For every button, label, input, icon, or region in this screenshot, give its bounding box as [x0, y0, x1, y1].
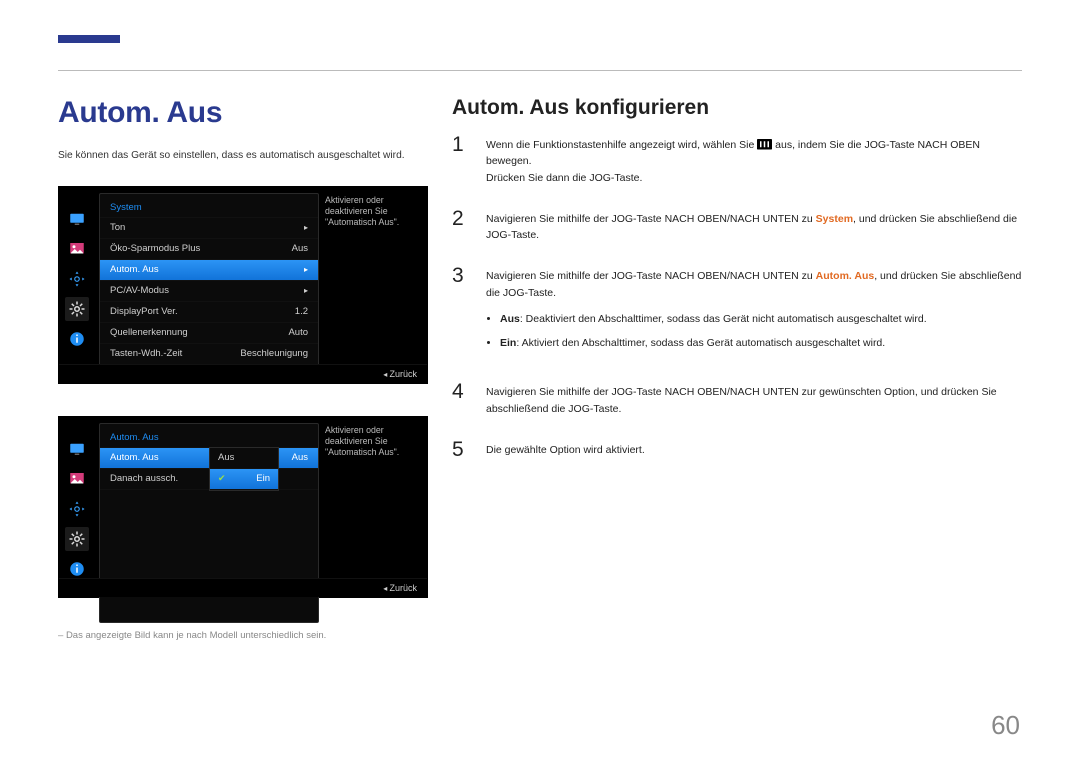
osd-row-value: [300, 285, 308, 296]
osd-row: Tasten-Wdh.-Zeit Beschleunigung: [100, 344, 318, 365]
osd-heading: System: [100, 198, 318, 218]
osd-row: Autom. Aus: [100, 260, 318, 281]
intro-text: Sie können das Gerät so einstellen, dass…: [58, 148, 428, 164]
bullet-text: : Aktiviert den Abschalttimer, sodass da…: [516, 337, 885, 349]
step-5: Die gewählte Option wird aktiviert.: [486, 439, 1022, 460]
osd-row-label: Autom. Aus: [110, 452, 159, 463]
emphasis-system: System: [816, 213, 853, 225]
osd-system-panel: System Ton Öko-Sparmodus Plus Aus Autom. Au…: [99, 193, 319, 379]
text: Navigieren Sie mithilfe der JOG-Taste NA…: [486, 213, 816, 225]
osd-row-label: Autom. Aus: [110, 264, 159, 275]
monitor-icon: [65, 207, 89, 231]
step-number-4: 4: [452, 381, 476, 417]
bullet-ein: Ein: Aktiviert den Abschalttimer, sodass…: [500, 335, 1022, 351]
text: Drücken Sie dann die JOG-Taste.: [486, 172, 642, 184]
osd-rows: Ton Öko-Sparmodus Plus Aus Autom. Aus PC/AV-…: [100, 218, 318, 365]
osd-back: Zurück: [59, 364, 427, 383]
osd-row-value: 1.2: [295, 306, 308, 317]
osd-row-value: Aus: [292, 243, 308, 254]
right-column: Autom. Aus konfigurieren 1 Wenn die Funk…: [452, 96, 1022, 460]
osd-tip: Aktivieren oder deaktivieren Sie "Automa…: [325, 425, 419, 458]
gear-icon: [65, 297, 89, 321]
text: Wenn die Funktionstastenhilfe angezeigt …: [486, 139, 757, 151]
osd-tip: Aktivieren oder deaktivieren Sie "Automa…: [325, 195, 419, 228]
header-bar: [58, 35, 1022, 43]
osd-row-label: DisplayPort Ver.: [110, 306, 178, 317]
left-column: Autom. Aus Sie können das Gerät so einst…: [58, 96, 428, 641]
footnote: Das angezeigte Bild kann je nach Modell …: [58, 630, 428, 641]
picture-icon: [65, 467, 89, 491]
osd-row-value: Beschleunigung: [240, 348, 308, 359]
step-number-5: 5: [452, 439, 476, 460]
bullet-lead: Aus: [500, 313, 520, 325]
bullet-text: : Deaktiviert den Abschalttimer, sodass …: [520, 313, 927, 325]
monitor-icon: [65, 437, 89, 461]
osd-row-value: [300, 222, 308, 233]
osd-tabs: [59, 197, 95, 361]
osd-popup-row: Aus: [210, 448, 278, 469]
osd-tabs: [59, 427, 95, 591]
info-icon: [65, 327, 89, 351]
menu-icon: [757, 139, 772, 150]
step-number-1: 1: [452, 134, 476, 186]
osd-row-label: Ton: [110, 222, 125, 233]
osd-row-value: Auto: [288, 327, 308, 338]
osd-row: DisplayPort Ver. 1.2: [100, 302, 318, 323]
step-4: Navigieren Sie mithilfe der JOG-Taste NA…: [486, 381, 1022, 417]
steps-list: 1 Wenn die Funktionstastenhilfe angezeig…: [452, 134, 1022, 460]
text: Navigieren Sie mithilfe der JOG-Taste NA…: [486, 270, 816, 282]
osd-row-label: PC/AV-Modus: [110, 285, 169, 296]
page: Autom. Aus Sie können das Gerät so einst…: [0, 0, 1080, 763]
header-accent: [58, 35, 120, 43]
emphasis-autom-aus: Autom. Aus: [816, 270, 875, 282]
osd-row-label: Öko-Sparmodus Plus: [110, 243, 200, 254]
step-1: Wenn die Funktionstastenhilfe angezeigt …: [486, 134, 1022, 186]
osd-row-label: Danach aussch.: [110, 473, 178, 484]
page-title: Autom. Aus: [58, 96, 428, 130]
osd-back: Zurück: [59, 578, 427, 597]
step-2: Navigieren Sie mithilfe der JOG-Taste NA…: [486, 208, 1022, 244]
gear-icon: [65, 527, 89, 551]
subtitle: Autom. Aus konfigurieren: [452, 96, 1022, 120]
header-rule: [58, 70, 1022, 71]
osd-popup: AusEin: [209, 447, 279, 491]
page-number: 60: [991, 710, 1020, 741]
osd-row-value: [300, 264, 308, 275]
osd-row-label: Tasten-Wdh.-Zeit: [110, 348, 182, 359]
osd-row: Quellenerkennung Auto: [100, 323, 318, 344]
step-number-2: 2: [452, 208, 476, 244]
osd-system: System Ton Öko-Sparmodus Plus Aus Autom. Au…: [58, 186, 428, 384]
osd-row: PC/AV-Modus: [100, 281, 318, 302]
arrows-icon: [65, 267, 89, 291]
osd-popup-row: Ein: [210, 469, 278, 490]
osd-autom-aus: Autom. Aus Autom. AusAusDanach aussch. A…: [58, 416, 428, 598]
osd-heading: Autom. Aus: [100, 428, 318, 448]
osd-row: Öko-Sparmodus Plus Aus: [100, 239, 318, 260]
osd-row-label: Quellenerkennung: [110, 327, 188, 338]
bullet-aus: Aus: Deaktiviert den Abschalttimer, soda…: [500, 311, 1022, 327]
picture-icon: [65, 237, 89, 261]
osd-row: Ton: [100, 218, 318, 239]
step-number-3: 3: [452, 265, 476, 359]
arrows-icon: [65, 497, 89, 521]
step-3: Navigieren Sie mithilfe der JOG-Taste NA…: [486, 265, 1022, 359]
osd-row-value: Aus: [292, 452, 308, 463]
bullets: Aus: Deaktiviert den Abschalttimer, soda…: [486, 311, 1022, 352]
bullet-lead: Ein: [500, 337, 516, 349]
